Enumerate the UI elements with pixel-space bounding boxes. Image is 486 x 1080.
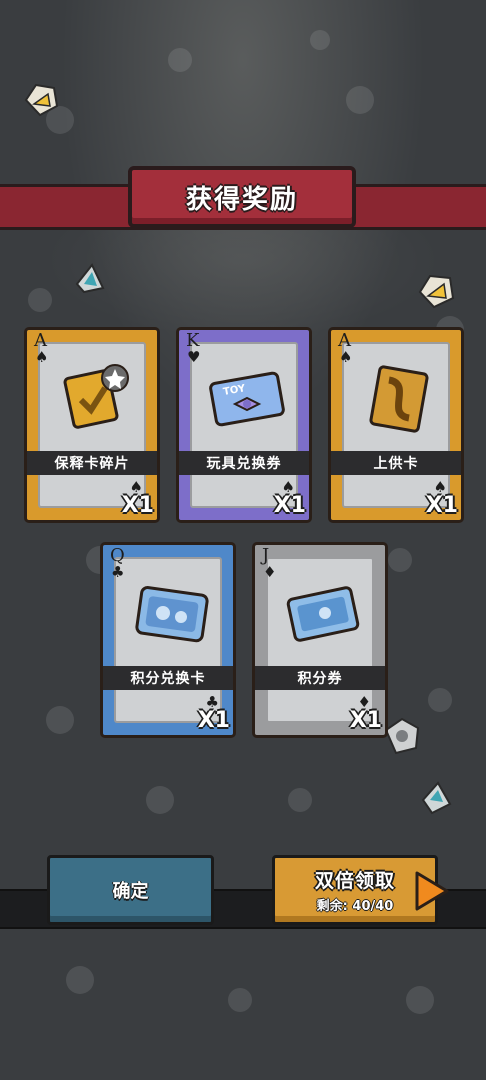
card-quantity: X1 xyxy=(349,708,382,733)
diamond-icon: ♦ xyxy=(263,563,277,581)
spade-icon: ♠ xyxy=(35,348,49,366)
points-exchange-card-icon xyxy=(135,586,209,643)
card-label: 玩具兑换券 xyxy=(179,451,309,475)
remaining-count: 剩余: 40/40 xyxy=(316,899,394,914)
heart-icon: ♥ xyxy=(187,348,201,366)
reward-card-offering[interactable]: A ♠ 上供卡 ♠ X1 xyxy=(328,327,464,523)
card-label: 积分券 xyxy=(255,666,385,690)
card-quantity: X1 xyxy=(425,493,458,518)
page-title: 获得奖励 xyxy=(185,184,298,215)
badge-fragment-icon xyxy=(63,364,129,429)
card-quantity: X1 xyxy=(273,493,306,518)
card-label: 保释卡碎片 xyxy=(27,451,157,475)
points-ticket-icon xyxy=(286,586,360,642)
play-ad-icon[interactable] xyxy=(414,870,450,912)
reward-card-points-ticket[interactable]: J ♦ 积分券 ♦ X1 xyxy=(252,542,388,738)
teal-chip-icon xyxy=(421,781,452,815)
card-label: 上供卡 xyxy=(331,451,461,475)
cheese-chip-icon xyxy=(24,83,59,117)
toy-ticket-icon: TOY xyxy=(209,371,285,427)
gray-chip-icon xyxy=(384,717,420,755)
offering-card-icon xyxy=(369,365,429,433)
confirm-button[interactable]: 确定 xyxy=(47,855,214,925)
reward-card-toy-ticket[interactable]: K ♥ TOY 玩具兑换券 ♠ X1 xyxy=(176,327,312,523)
reward-card-bail-fragment[interactable]: A ♠ 保释卡碎片 ♠ X1 xyxy=(24,327,160,523)
cheese-chip-icon xyxy=(418,274,455,309)
club-icon: ♣ xyxy=(111,563,125,581)
confirm-button-label: 确定 xyxy=(112,881,149,902)
card-label: 积分兑换卡 xyxy=(103,666,233,690)
spade-icon: ♠ xyxy=(339,348,353,366)
teal-chip-icon xyxy=(75,263,105,294)
reward-card-points-exchange[interactable]: Q ♣ 积分兑换卡 ♣ X1 xyxy=(100,542,236,738)
double-claim-label: 双倍领取 xyxy=(314,870,395,892)
title-banner: 获得奖励 xyxy=(128,166,356,228)
card-quantity: X1 xyxy=(197,708,230,733)
card-quantity: X1 xyxy=(121,493,154,518)
